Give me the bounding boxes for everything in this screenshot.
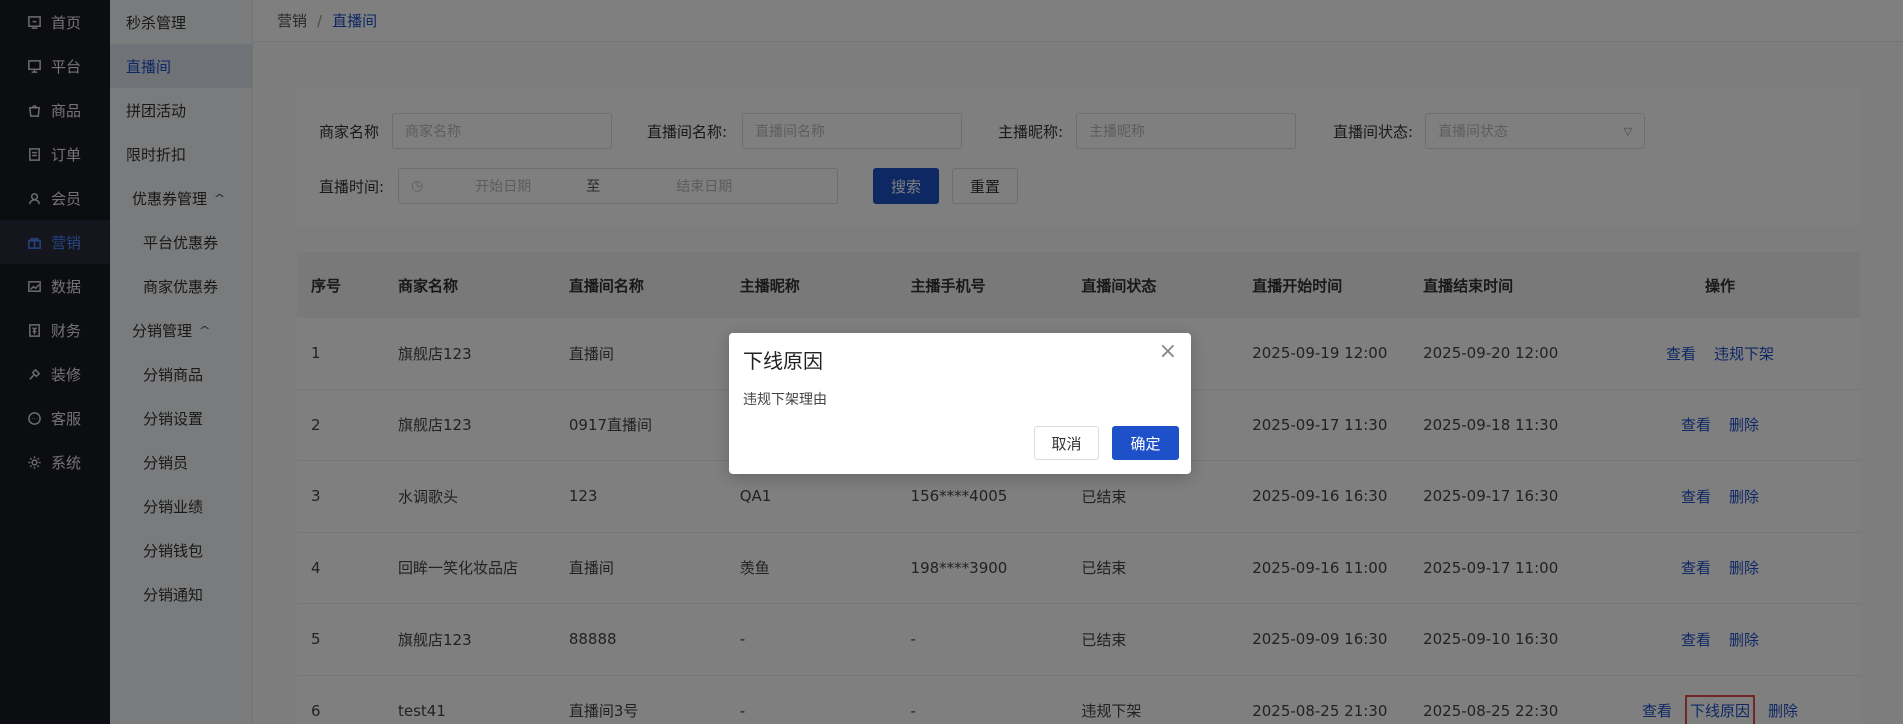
offline-reason-dialog: 下线原因 × 违规下架理由 取消 确定 [729,333,1191,474]
dialog-body-text: 违规下架理由 [743,392,827,408]
cancel-button[interactable]: 取消 [1034,426,1099,460]
close-icon[interactable]: × [1159,341,1177,363]
dialog-title: 下线原因 [743,349,823,373]
confirm-button[interactable]: 确定 [1112,426,1179,460]
